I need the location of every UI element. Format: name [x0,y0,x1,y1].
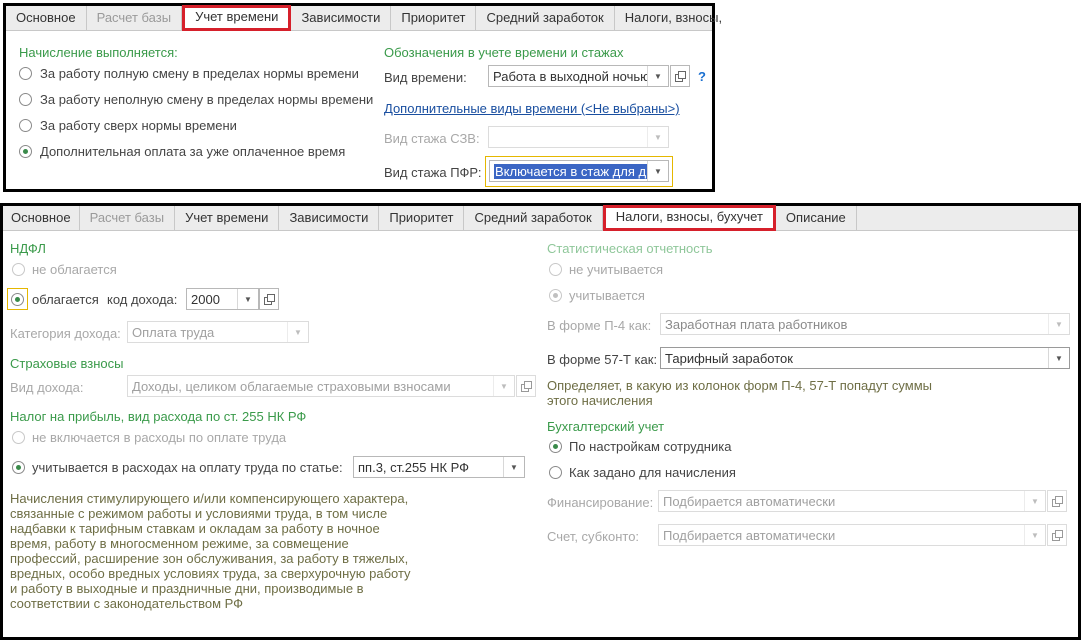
extra-time-types-link[interactable]: Дополнительные виды времени (<Не выбраны… [384,101,680,116]
top-tabbar: Основное Расчет базы Учет времени Зависи… [6,5,722,31]
income-type-open-button[interactable] [516,375,536,397]
profit-tax-group-title: Налог на прибыль, вид расхода по ст. 255… [10,409,307,424]
profit-included-label[interactable]: учитывается в расходах на оплату труда п… [32,460,343,475]
chevron-down-icon[interactable]: ▼ [493,376,514,396]
radio-full-shift-label[interactable]: За работу полную смену в пределах нормы … [40,66,359,81]
accrual-group-title: Начисление выполняется: [19,45,178,60]
tab-base-calc[interactable]: Расчет базы [87,6,183,30]
designations-group-title: Обозначения в учете времени и стажах [384,45,624,60]
stats-group-title: Статистическая отчетность [547,241,713,256]
tab-dependencies[interactable]: Зависимости [291,6,392,30]
open-form-icon [674,70,686,82]
acc-employee-label[interactable]: По настройкам сотрудника [569,439,731,454]
chevron-down-icon[interactable]: ▼ [647,66,668,86]
chevron-down-icon[interactable]: ▼ [647,161,668,181]
tab-priority[interactable]: Приоритет [379,206,465,230]
tab-dependencies[interactable]: Зависимости [279,206,380,230]
tab-average-earnings[interactable]: Средний заработок [464,206,603,230]
radio-acc-employee[interactable] [549,440,562,453]
tab-basic[interactable]: Основное [6,6,87,30]
acc-accrual-label[interactable]: Как задано для начисления [569,465,736,480]
chevron-down-icon[interactable]: ▼ [647,127,668,147]
stats-note: Определяет, в какую из колонок форм П-4,… [547,378,933,408]
profit-note: Начисления стимулирующего и/или компенси… [10,491,411,611]
pfr-select[interactable]: Включается в стаж для д ▼ [489,160,669,182]
time-accounting-panel: Основное Расчет базы Учет времени Зависи… [3,3,722,192]
chevron-down-icon[interactable]: ▼ [503,457,524,477]
open-form-icon [1051,529,1063,541]
chevron-down-icon[interactable]: ▼ [237,289,258,309]
tab-time-accounting[interactable]: Учет времени [182,5,292,31]
radio-part-shift[interactable] [19,93,32,106]
radio-ndfl-not-taxed[interactable] [12,263,25,276]
f57-label: В форме 57-Т как: [547,352,658,367]
account-open-button[interactable] [1047,524,1067,546]
tab-taxes-partial[interactable]: Налоги, взносы, [615,6,732,30]
time-type-label: Вид времени: [384,70,467,85]
bottom-tabbar: Основное Расчет базы Учет времени Зависи… [3,205,1078,231]
stats-counted-label[interactable]: учитывается [569,288,645,303]
income-type-select[interactable]: Доходы, целиком облагаемые страховыми вз… [127,375,515,397]
stats-not-counted-label[interactable]: не учитывается [569,262,663,277]
f57-select[interactable]: Тарифный заработок ▼ [660,347,1070,369]
radio-overtime-label[interactable]: За работу сверх нормы времени [40,118,237,133]
chevron-down-icon[interactable]: ▼ [1048,348,1069,368]
time-type-open-button[interactable] [670,65,690,87]
help-icon[interactable]: ? [698,69,706,84]
accounting-group-title: Бухгалтерский учет [547,419,665,434]
financing-open-button[interactable] [1047,490,1067,512]
account-select[interactable]: Подбирается автоматически ▼ [658,524,1046,546]
taxes-panel: Основное Расчет базы Учет времени Зависи… [0,203,1081,640]
p4-label: В форме П-4 как: [547,318,652,333]
chevron-down-icon[interactable]: ▼ [1024,491,1045,511]
income-category-select[interactable]: Оплата труда ▼ [127,321,309,343]
radio-part-shift-label[interactable]: За работу неполную смену в пределах норм… [40,92,373,107]
radio-overtime[interactable] [19,119,32,132]
radio-extra-payment[interactable] [19,145,32,158]
ndfl-taxed-label[interactable]: облагается [32,292,99,307]
article-select[interactable]: пп.3, ст.255 НК РФ ▼ [353,456,525,478]
radio-full-shift[interactable] [19,67,32,80]
tab-base-calc[interactable]: Расчет базы [80,206,176,230]
chevron-down-icon[interactable]: ▼ [1048,314,1069,334]
tab-basic[interactable]: Основное [3,206,80,230]
open-form-icon [1051,495,1063,507]
radio-extra-payment-label[interactable]: Дополнительная оплата за уже оплаченное … [40,144,345,159]
open-form-icon [263,293,275,305]
pfr-label: Вид стажа ПФР: [384,165,482,180]
radio-profit-included[interactable] [12,461,25,474]
szv-select[interactable]: ▼ [488,126,669,148]
radio-stats-not-counted[interactable] [549,263,562,276]
open-form-icon [520,380,532,392]
radio-stats-counted[interactable] [549,289,562,302]
income-category-label: Категория дохода: [10,326,121,341]
ndfl-group-title: НДФЛ [10,241,46,256]
tab-priority[interactable]: Приоритет [391,6,477,30]
time-type-select[interactable]: Работа в выходной ночью ▼ [488,65,669,87]
tab-taxes-accounting[interactable]: Налоги, взносы, бухучет [602,205,776,231]
p4-select[interactable]: Заработная плата работников ▼ [660,313,1070,335]
income-code-label: код дохода: [107,292,178,307]
tab-time-accounting[interactable]: Учет времени [175,206,280,230]
income-code-select[interactable]: 2000 ▼ [186,288,259,310]
chevron-down-icon[interactable]: ▼ [1024,525,1045,545]
radio-acc-accrual[interactable] [549,466,562,479]
financing-select[interactable]: Подбирается автоматически ▼ [658,490,1046,512]
szv-label: Вид стажа СЗВ: [384,131,480,146]
profit-not-included-label[interactable]: не включается в расходы по оплате труда [32,430,286,445]
income-type-label: Вид дохода: [10,380,84,395]
tab-description[interactable]: Описание [776,206,857,230]
financing-label: Финансирование: [547,495,654,510]
chevron-down-icon[interactable]: ▼ [287,322,308,342]
account-label: Счет, субконто: [547,529,640,544]
tab-average-earnings[interactable]: Средний заработок [476,6,615,30]
insurance-group-title: Страховые взносы [10,356,124,371]
radio-profit-not-included[interactable] [12,431,25,444]
income-code-open-button[interactable] [259,288,279,310]
radio-ndfl-taxed[interactable] [11,293,24,306]
ndfl-not-taxed-label[interactable]: не облагается [32,262,117,277]
